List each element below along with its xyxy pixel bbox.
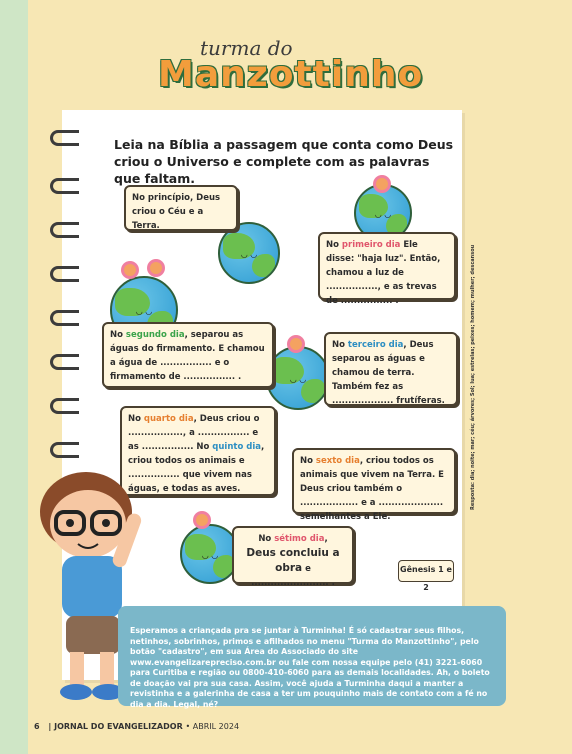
page-footer: 6 | JORNAL DO EVANGELIZADOR • ABRIL 2024 — [34, 722, 239, 731]
day-label: terceiro dia — [347, 340, 404, 350]
box-text: No — [326, 240, 342, 250]
day-label: sexto dia — [315, 456, 360, 466]
creation-box-day-6: No sexto dia, criou todos os animais que… — [292, 448, 456, 522]
spiral-ring — [50, 222, 79, 238]
page-number: 6 — [34, 722, 40, 731]
flower-icon — [376, 178, 388, 190]
day-label: primeiro dia — [341, 240, 401, 250]
creation-box-day-2: No segundo dia, separou as águas do firm… — [102, 322, 274, 388]
creation-box-day-3: No terceiro dia, Deus separou as águas e… — [324, 332, 458, 406]
box-text: No — [128, 414, 144, 424]
publication-date: • ABRIL 2024 — [185, 722, 240, 731]
spiral-ring — [50, 398, 79, 414]
creation-box-day-7: No sétimo dia, Deus concluiu a obra e ..… — [232, 526, 354, 588]
earth-globe-icon: ◡ ◡ — [266, 346, 330, 410]
flower-icon — [196, 514, 208, 526]
box-text: , — [324, 534, 328, 544]
info-panel: Esperamos a criançada pra se juntar à Tu… — [118, 606, 506, 709]
box-text: No — [332, 340, 348, 350]
spiral-ring — [50, 310, 79, 326]
box-text: No — [258, 534, 275, 544]
spiral-ring — [50, 178, 79, 194]
creation-box-day-1: No primeiro dia Ele disse: "haja luz". E… — [318, 232, 456, 306]
logo-title: Manzottinho — [158, 54, 424, 95]
box-text: Deus concluiu a obra — [246, 547, 340, 574]
day-label: quarto dia — [143, 414, 194, 424]
day-label: segundo dia — [125, 330, 185, 340]
bible-reference: Gênesis 1 e 2 — [398, 560, 454, 592]
earth-globe-icon: ◡ ◡ — [218, 222, 280, 284]
flower-icon — [290, 338, 302, 350]
day-label: quinto dia — [212, 442, 261, 452]
spiral-ring — [50, 266, 79, 282]
spiral-ring — [50, 130, 79, 146]
flower-icon — [150, 262, 162, 274]
answer-key: Resposta: dia; noite; mar; céu; árvores;… — [470, 244, 476, 510]
spiral-ring — [50, 354, 79, 370]
box-text: No — [110, 330, 126, 340]
flower-icon — [124, 264, 136, 276]
box-text: No — [300, 456, 316, 466]
info-text: Esperamos a criançada pra se juntar à Tu… — [130, 626, 490, 709]
publication-name: JORNAL DO EVANGELIZADOR — [54, 722, 183, 731]
footer-separator: | — [48, 722, 52, 731]
instruction-text: Leia na Bíblia a passagem que conta como… — [114, 137, 454, 186]
earth-globe-icon: ◡ ◡ — [180, 524, 240, 584]
day-label: sétimo dia — [274, 534, 325, 544]
box-text: No princípio, Deus criou o Céu e a Terra… — [132, 193, 221, 231]
creation-box-beginning: No princípio, Deus criou o Céu e a Terra… — [124, 185, 238, 231]
